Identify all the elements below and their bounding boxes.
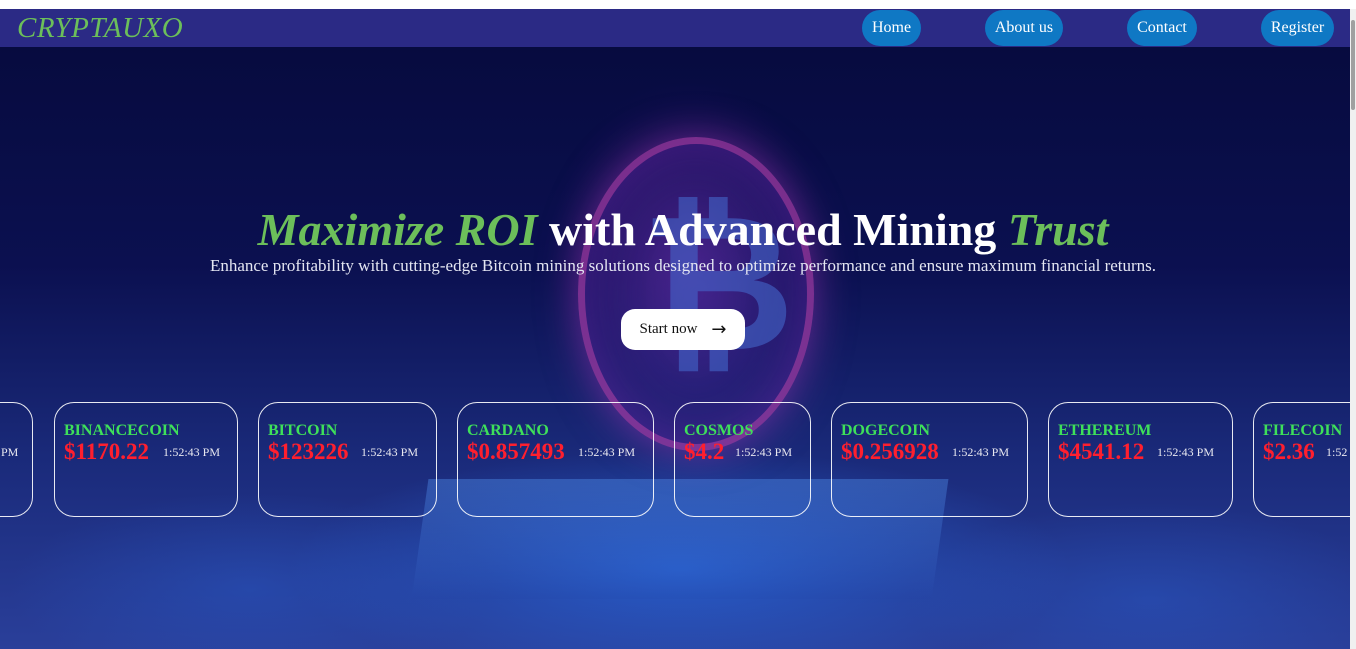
- nav-register-button[interactable]: Register: [1261, 10, 1334, 46]
- nav-about-button[interactable]: About us: [985, 10, 1063, 46]
- coin-name: FILECOIN: [1263, 422, 1343, 439]
- navbar: CRYPTAUXO Home About us Contact Register: [0, 9, 1350, 47]
- coin-time: PM: [1, 445, 19, 459]
- coin-name: ETHEREUM: [1058, 422, 1152, 439]
- coin-name: BITCOIN: [268, 422, 338, 439]
- coin-time: 1:52:43 PM: [163, 445, 221, 459]
- ticker-card-bitcoin: BITCOIN $123226 1:52:43 PM: [258, 402, 437, 517]
- ticker-card-dogecoin: DOGECOIN $0.256928 1:52:43 PM: [831, 402, 1028, 517]
- coin-name: CARDANO: [467, 422, 549, 439]
- brand-logo[interactable]: CRYPTAUXO: [17, 9, 183, 47]
- coin-time: 1:52:43 PM: [735, 445, 793, 459]
- scrollbar-thumb[interactable]: [1351, 20, 1355, 110]
- coin-price: $1170.22: [64, 439, 149, 464]
- nav-contact-button[interactable]: Contact: [1127, 10, 1197, 46]
- coin-price: $0.857493: [467, 439, 565, 464]
- start-now-label: Start now: [639, 321, 698, 337]
- headline-roi: Maximize ROI: [257, 204, 538, 255]
- ticker-card-ethereum: ETHEREUM $4541.12 1:52:43 PM: [1048, 402, 1233, 517]
- ticker-card-binancecoin: BINANCECOIN $1170.22 1:52:43 PM: [54, 402, 238, 517]
- coin-name: BINANCECOIN: [64, 422, 180, 439]
- headline-middle: with Advanced Mining: [537, 204, 1008, 255]
- ticker-card-cardano: CARDANO $0.857493 1:52:43 PM: [457, 402, 654, 517]
- arrow-right-icon: →: [711, 319, 727, 340]
- coin-time: 1:52:43 PM: [361, 445, 419, 459]
- ticker-card-filecoin: FILECOIN $2.36 1:52: [1253, 402, 1350, 517]
- ticker-card-cosmos: COSMOS $4.2 1:52:43 PM: [674, 402, 811, 517]
- hero-subtitle: Enhance profitability with cutting-edge …: [209, 256, 1157, 275]
- top-border: [0, 0, 1356, 9]
- hero-headline: Maximize ROI with Advanced Mining Trust: [0, 202, 1356, 258]
- coin-time: 1:52:43 PM: [952, 445, 1010, 459]
- coin-time: 1:52: [1326, 445, 1348, 459]
- coin-price: $4541.12: [1058, 439, 1145, 464]
- coin-price: $4.2: [684, 439, 725, 464]
- coin-time: 1:52:43 PM: [578, 445, 636, 459]
- coin-name: COSMOS: [684, 422, 754, 439]
- coin-price: $123226: [268, 439, 349, 464]
- coin-time: 1:52:43 PM: [1157, 445, 1215, 459]
- coin-price: $0.256928: [841, 439, 939, 464]
- coin-price: $2.36: [1263, 439, 1315, 464]
- ticker-card-partial: PM: [0, 402, 33, 517]
- coin-name: DOGECOIN: [841, 422, 930, 439]
- start-now-button[interactable]: Start now →: [621, 309, 745, 350]
- nav-home-button[interactable]: Home: [862, 10, 921, 46]
- headline-trust: Trust: [1007, 204, 1109, 255]
